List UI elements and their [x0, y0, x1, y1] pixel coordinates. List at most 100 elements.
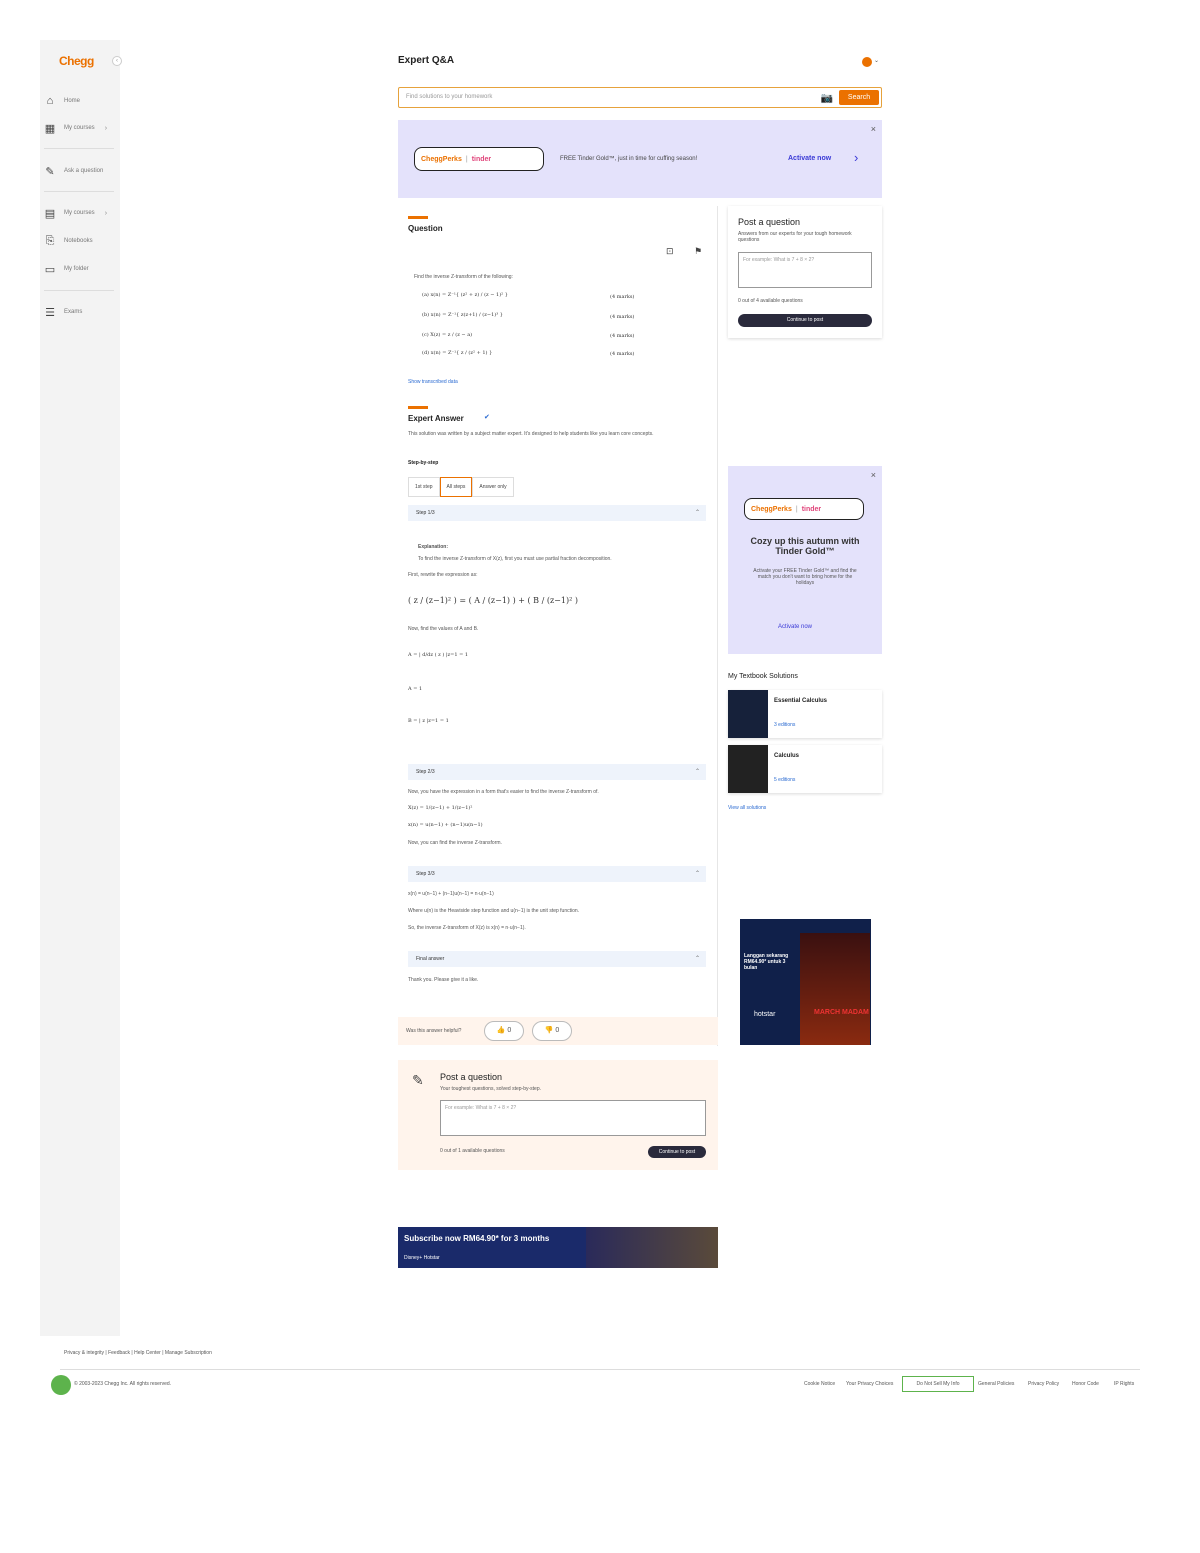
sidebar-item-ask[interactable]: ✎ Ask a question	[44, 164, 103, 178]
sidebar-item-folder[interactable]: ▭ My folder	[44, 262, 89, 276]
textbook-card[interactable]: Calculus 5 editions	[728, 745, 882, 793]
ad-title: MARCH MADAM	[814, 1009, 869, 1016]
cheggperks-logo: CheggPerks	[421, 155, 462, 163]
activate-now-link[interactable]: Activate now	[788, 155, 831, 162]
tab-first-step[interactable]: 1st step	[408, 477, 440, 497]
step-header[interactable]: Step 1/3 ⌃	[408, 505, 706, 521]
explanation-text: To find the inverse Z-transform of X(z),…	[418, 556, 612, 562]
footer-link-privacy-policy[interactable]: Privacy Policy	[1028, 1381, 1059, 1387]
chevron-left-icon[interactable]: ‹	[112, 56, 122, 66]
step-title: Step 1/3	[416, 510, 435, 516]
footer-links[interactable]: Privacy & integrity | Feedback | Help Ce…	[64, 1350, 212, 1356]
answer-heading: Expert Answer	[408, 414, 464, 423]
activate-now-link[interactable]: Activate now	[778, 624, 812, 630]
sidebar-item-courses[interactable]: ▤ My courses ›	[44, 206, 107, 220]
step-header[interactable]: Step 2/3 ⌃	[408, 764, 706, 780]
sidebar-item-label: My courses	[64, 210, 95, 216]
home-icon: ⌂	[46, 95, 54, 107]
textbook-card[interactable]: Essential Calculus 3 editions	[728, 690, 882, 738]
post-question-side: Post a question Answers from our experts…	[728, 206, 882, 338]
sidebar-item-home[interactable]: ⌂ Home	[44, 94, 80, 108]
book-editions: 3 editions	[774, 722, 796, 728]
post-question-subtitle: Your toughest questions, solved step-by-…	[440, 1086, 541, 1092]
sidebar-item-my-courses[interactable]: ▦ My courses ›	[44, 121, 107, 135]
sidebar: Chegg ‹ ⌂ Home ▦ My courses › ✎ Ask a qu…	[40, 40, 122, 1336]
chevron-right-icon: ›	[104, 124, 108, 132]
sidebar-item-notebooks[interactable]: ⎘ Notebooks	[44, 234, 93, 248]
chevron-up-icon[interactable]: ⌃	[695, 866, 700, 882]
search-button[interactable]: Search	[839, 90, 879, 105]
ad-text: Subscribe now RM64.90* for 3 months	[404, 1234, 550, 1243]
ad-poster	[800, 933, 870, 1045]
question-limit: 0 out of 4 available questions	[738, 298, 803, 304]
step-title: Step 3/3	[416, 871, 435, 877]
step-equation: x(n) = u(n−1) + (n−1)u(n−1)	[408, 822, 483, 828]
question-marks: (4 marks)	[610, 351, 635, 357]
book-editions: 5 editions	[774, 777, 796, 783]
section-accent	[408, 216, 428, 219]
ad-side[interactable]: Langgan sekarang RM64.90* untuk 3 bulan …	[740, 919, 871, 1045]
promo-banner: × CheggPerks | tinder FREE Tinder Gold™,…	[398, 120, 882, 198]
chevron-up-icon[interactable]: ⌃	[695, 764, 700, 780]
sidebar-item-label: Ask a question	[64, 168, 104, 174]
footer-link-honor-code[interactable]: Honor Code	[1072, 1381, 1099, 1387]
avatar[interactable]	[862, 57, 872, 67]
footer-link-do-not-sell[interactable]: Do Not Sell My Info	[902, 1376, 974, 1392]
chevron-right-icon[interactable]: ›	[854, 150, 858, 165]
chegg-logo[interactable]: Chegg	[59, 54, 94, 68]
question-prompt: Find the inverse Z-transform of the foll…	[414, 274, 513, 280]
section-accent	[408, 406, 428, 409]
footer-link-privacy-choices[interactable]: Your Privacy Choices	[846, 1381, 893, 1387]
footer-link-ip-rights[interactable]: IP Rights	[1114, 1381, 1134, 1387]
continue-to-post-button[interactable]: Continue to post	[648, 1146, 706, 1158]
step-text: Now, find the values of A and B.	[408, 626, 479, 632]
page-title: Expert Q&A	[398, 55, 455, 66]
question-textarea[interactable]: For example: What is 7 + 8 × 2?	[738, 252, 872, 288]
post-question-title: Post a question	[738, 217, 801, 227]
flag-icon[interactable]: ⚑	[694, 246, 702, 257]
ad-brand: hotstar	[754, 1011, 776, 1018]
close-icon[interactable]: ×	[871, 470, 876, 480]
question-card: Question ⊡ ⚑ Find the inverse Z-transfor…	[398, 206, 718, 1046]
chevron-up-icon[interactable]: ⌃	[695, 505, 700, 521]
tab-answer-only[interactable]: Answer only	[472, 477, 514, 497]
divider	[44, 290, 114, 291]
thumbs-down-button[interactable]: 👎 0	[532, 1021, 572, 1041]
step-equation: A = | d/dz ( z ) |z=1 = 1	[408, 652, 469, 658]
camera-icon[interactable]: 📷	[821, 93, 833, 104]
sidebar-item-label: My courses	[64, 125, 95, 131]
step-equation: ( z / (z−1)² ) = ( A / (z−1) ) + ( B / (…	[408, 596, 578, 605]
chevron-right-icon: ›	[104, 209, 108, 217]
question-textarea[interactable]: For example: What is 7 + 8 × 2?	[440, 1100, 706, 1136]
final-answer-header[interactable]: Final answer ⌃	[408, 951, 706, 967]
thumbs-up-button[interactable]: 👍 0	[484, 1021, 524, 1041]
footer-link-general-policies[interactable]: General Policies	[978, 1381, 1014, 1387]
ad-bottom[interactable]: Subscribe now RM64.90* for 3 months Disn…	[398, 1227, 718, 1268]
separator: |	[795, 505, 798, 513]
sidebar-item-label: My folder	[64, 266, 89, 272]
tab-all-steps[interactable]: All steps	[439, 477, 473, 497]
bookmark-icon[interactable]: ⊡	[666, 246, 674, 257]
sidebar-item-exams[interactable]: ☰ Exams	[44, 305, 82, 319]
search-input[interactable]: Find solutions to your homework	[406, 94, 492, 100]
step-header[interactable]: Step 3/3 ⌃	[408, 866, 706, 882]
side-promo-text: Activate your FREE Tinder Gold™ and find…	[753, 568, 857, 586]
show-transcribed-link[interactable]: Show transcribed data	[408, 379, 458, 385]
final-answer-text: Thank you. Please give it a like.	[408, 977, 479, 983]
continue-to-post-button[interactable]: Continue to post	[738, 314, 872, 327]
step-text: First, rewrite the expression as:	[408, 572, 478, 578]
grid-icon: ▦	[44, 122, 56, 135]
chevron-down-icon[interactable]: ⌄	[874, 57, 879, 64]
footer-link-cookie[interactable]: Cookie Notice	[804, 1381, 835, 1387]
ask-icon: ✎	[412, 1072, 424, 1088]
answer-tabs: 1st step All steps Answer only	[408, 477, 514, 497]
close-icon[interactable]: ×	[871, 124, 876, 134]
tinder-logo: tinder	[801, 505, 822, 513]
post-question-title: Post a question	[440, 1072, 503, 1082]
chevron-up-icon[interactable]: ⌃	[695, 951, 700, 967]
view-all-solutions-link[interactable]: View all solutions	[728, 805, 766, 811]
step-equation: X(z) = 1/(z−1) + 1/(z−1)²	[408, 805, 473, 811]
textbooks-heading: My Textbook Solutions	[728, 673, 798, 680]
question-part: (c) X(z) = z / (z − a)	[422, 332, 473, 338]
divider	[44, 191, 114, 192]
